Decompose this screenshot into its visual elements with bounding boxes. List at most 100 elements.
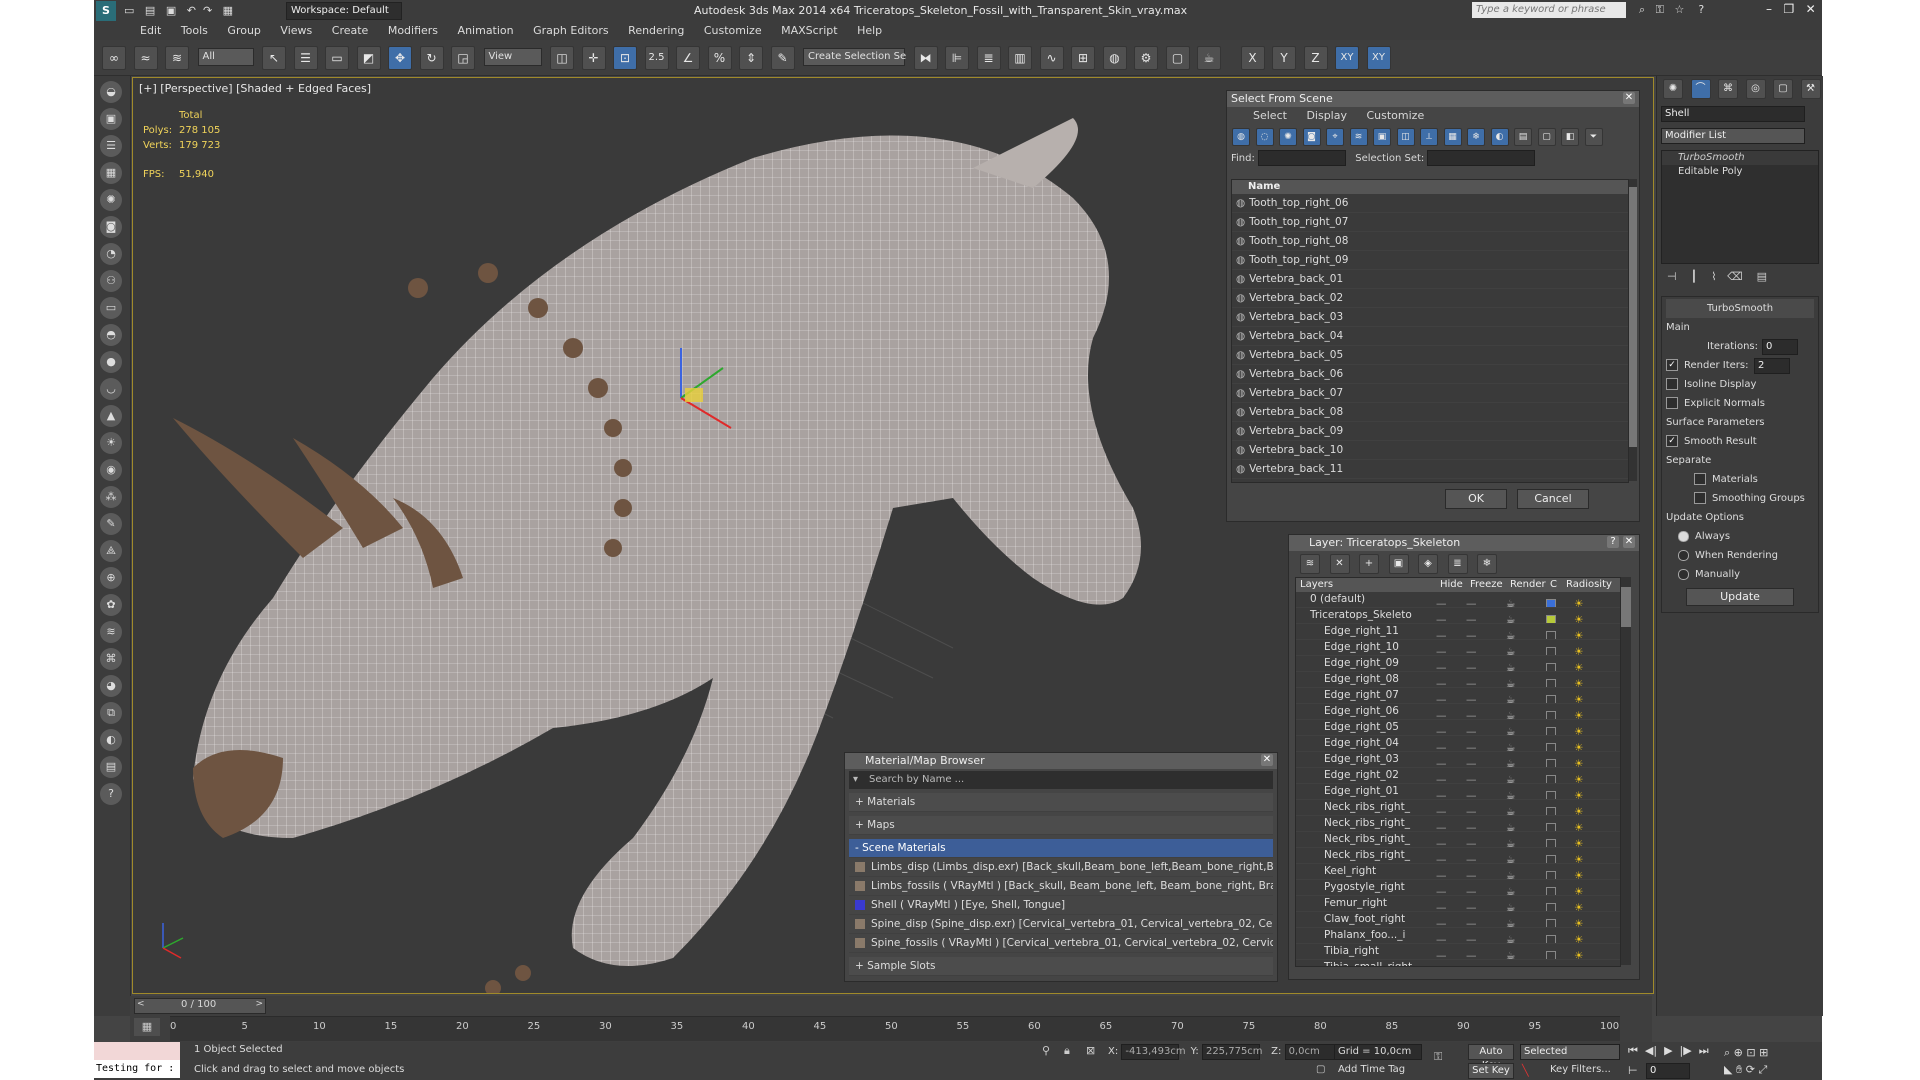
hide-toggle[interactable]: — [1436, 645, 1466, 655]
link-icon[interactable]: ∞ [102, 46, 126, 70]
percent-snap-icon[interactable]: % [707, 46, 732, 70]
freeze-toggle[interactable]: — [1466, 853, 1506, 863]
next-key-icon[interactable]: |▶ [1680, 1044, 1692, 1057]
radiosity-icon[interactable]: ☀ [1564, 645, 1614, 655]
hide-toggle[interactable]: — [1436, 789, 1466, 799]
list-icon[interactable]: ☰ [100, 135, 122, 157]
radiosity-icon[interactable]: ☀ [1564, 789, 1614, 799]
render-teapot-icon[interactable]: ☕ [1506, 917, 1546, 927]
col-hide[interactable]: Hide [1440, 578, 1470, 592]
layer-color-swatch[interactable] [1546, 759, 1556, 767]
fov-icon[interactable]: ◣ [1724, 1063, 1732, 1076]
rect-selection-icon[interactable]: ▭ [325, 46, 349, 70]
select-none-icon[interactable]: ▢ [1537, 128, 1556, 146]
explicit-normals-checkbox[interactable] [1666, 397, 1678, 409]
render-teapot-icon[interactable]: ☕ [1506, 885, 1546, 895]
render-teapot-icon[interactable]: ☕ [1506, 869, 1546, 879]
hide-toggle[interactable]: — [1436, 869, 1466, 879]
hide-toggle[interactable]: — [1436, 677, 1466, 687]
render-icon[interactable]: ▣ [100, 108, 122, 130]
layer-row[interactable]: Tibia_small_right——☕☀ [1296, 960, 1620, 966]
layer-row[interactable]: Neck_ribs_right_ — — ☕ ☀ [1296, 848, 1620, 864]
pan-icon[interactable]: ✋︎ [1736, 1063, 1742, 1076]
layer-row[interactable]: 0 (default) — — ☕ ☀ [1296, 592, 1620, 608]
redo-icon[interactable]: ↷ [203, 4, 212, 17]
scene-material-item[interactable]: Shell ( VRayMtl ) [Eye, Shell, Tongue] [849, 896, 1273, 915]
dome-icon[interactable]: ◓ [100, 324, 122, 346]
select-in-layer-icon[interactable]: ▣ [1388, 554, 1409, 574]
key-icon[interactable]: ⚿ [1656, 3, 1664, 16]
motion-tab-icon[interactable]: ◎ [1745, 79, 1766, 99]
select-all-icon[interactable]: ▤ [1514, 128, 1532, 146]
scene-object-row[interactable]: ◍ Vertebra_back_03 [1232, 308, 1628, 327]
pivot-icon[interactable]: ◫ [550, 46, 574, 70]
select-by-name-icon[interactable]: ☰ [293, 46, 318, 70]
move-icon[interactable]: ✥ [388, 46, 412, 70]
layer-color-swatch[interactable] [1546, 919, 1556, 927]
transform-mode-icon[interactable]: ⊠ [1086, 1044, 1095, 1057]
material-search-input[interactable]: Search by Name ... [869, 774, 964, 785]
light-icon[interactable]: ✺ [100, 189, 122, 211]
cloth-icon[interactable]: ⌘ [100, 648, 122, 670]
radiosity-icon[interactable]: ☀ [1564, 933, 1614, 943]
freeze-toggle[interactable]: — [1466, 773, 1506, 783]
manipulate-icon[interactable]: ✛ [581, 46, 606, 70]
hide-toggle[interactable]: — [1436, 629, 1466, 639]
star-icon[interactable]: ☆ [1675, 3, 1685, 16]
close-icon[interactable]: ✕ [1623, 536, 1635, 548]
render-teapot-icon[interactable]: ☕ [1506, 709, 1546, 719]
layer-color-swatch[interactable] [1546, 903, 1556, 911]
window-crossing-icon[interactable]: ◩ [356, 46, 381, 70]
hide-toggle[interactable]: — [1436, 725, 1466, 735]
layer-color-swatch[interactable] [1546, 615, 1556, 623]
render-teapot-icon[interactable]: ☕ [1506, 629, 1546, 639]
angle-snap-icon[interactable]: ∠ [676, 46, 700, 70]
col-layers[interactable]: Layers [1296, 578, 1440, 592]
render-teapot-icon[interactable]: ☕ [1506, 789, 1546, 799]
layer-color-swatch[interactable] [1546, 647, 1556, 655]
render-teapot-icon[interactable]: ☕ [1506, 965, 1546, 966]
layer-color-swatch[interactable] [1546, 839, 1556, 847]
hair-icon[interactable]: ≋ [100, 621, 122, 643]
ball-icon[interactable]: ◕ [100, 675, 122, 697]
hide-toggle[interactable]: — [1436, 949, 1466, 959]
hide-all-icon[interactable]: ≣ [1447, 554, 1468, 574]
cone-icon[interactable]: ▲ [100, 405, 122, 427]
menu-customize[interactable]: Customize [704, 22, 762, 40]
mini-curve-icon[interactable]: ▦ [134, 1018, 160, 1036]
layer-color-swatch[interactable] [1546, 727, 1556, 735]
layer-row[interactable]: Tibia_right — — ☕ ☀ [1296, 944, 1620, 960]
freeze-toggle[interactable]: — [1466, 869, 1506, 879]
filter-xrefs-icon[interactable]: ◫ [1396, 128, 1415, 146]
render-teapot-icon[interactable]: ☕ [1506, 693, 1546, 703]
radiosity-icon[interactable]: ☀ [1564, 629, 1614, 639]
bind-spacewarp-icon[interactable]: ≋ [165, 46, 189, 70]
key-filters-button[interactable]: Key Filters... [1550, 1064, 1611, 1075]
filter-funnel-icon[interactable]: ⏷ [1584, 128, 1603, 146]
radiosity-icon[interactable]: ☀ [1564, 917, 1614, 927]
render-production-icon[interactable]: ☕ [1197, 46, 1221, 70]
snap-toggle-icon[interactable]: 2.5 [644, 46, 669, 70]
layer-color-swatch[interactable] [1546, 855, 1556, 863]
render-setup-icon[interactable]: ⚙ [1134, 46, 1158, 70]
object-name-field[interactable]: Shell [1661, 106, 1805, 122]
grid-icon[interactable]: ▦ [100, 162, 122, 184]
sfs-column-name[interactable]: Name [1232, 180, 1628, 194]
project-icon[interactable]: ▦ [223, 4, 233, 17]
hide-toggle[interactable]: — [1436, 821, 1466, 831]
time-tag-icon[interactable]: ▢ [1316, 1064, 1325, 1075]
orbit-icon[interactable]: ⟳ [1746, 1063, 1755, 1076]
layer-row[interactable]: Neck_ribs_right_ — — ☕ ☀ [1296, 816, 1620, 832]
radiosity-icon[interactable]: ☀ [1564, 693, 1614, 703]
radiosity-icon[interactable]: ☀ [1564, 853, 1614, 863]
axis-y-button[interactable]: Y [1272, 46, 1296, 70]
track-bar[interactable]: 0 5 10 15 20 25 30 35 40 45 50 55 60 65 70 75 80 85 90 95 10… [170, 1016, 1620, 1041]
freeze-all-icon[interactable]: ❄ [1477, 554, 1497, 574]
auto-key-button[interactable]: Auto Key [1468, 1044, 1514, 1071]
select-invert-icon[interactable]: ◧ [1561, 128, 1579, 146]
prev-frame-icon[interactable]: < [137, 999, 145, 1009]
close-icon[interactable]: ✕ [1806, 2, 1816, 16]
radiosity-icon[interactable]: ☀ [1564, 805, 1614, 815]
align-icon[interactable]: ⊫ [945, 46, 969, 70]
rollout-title[interactable]: TurboSmooth [1666, 299, 1814, 318]
